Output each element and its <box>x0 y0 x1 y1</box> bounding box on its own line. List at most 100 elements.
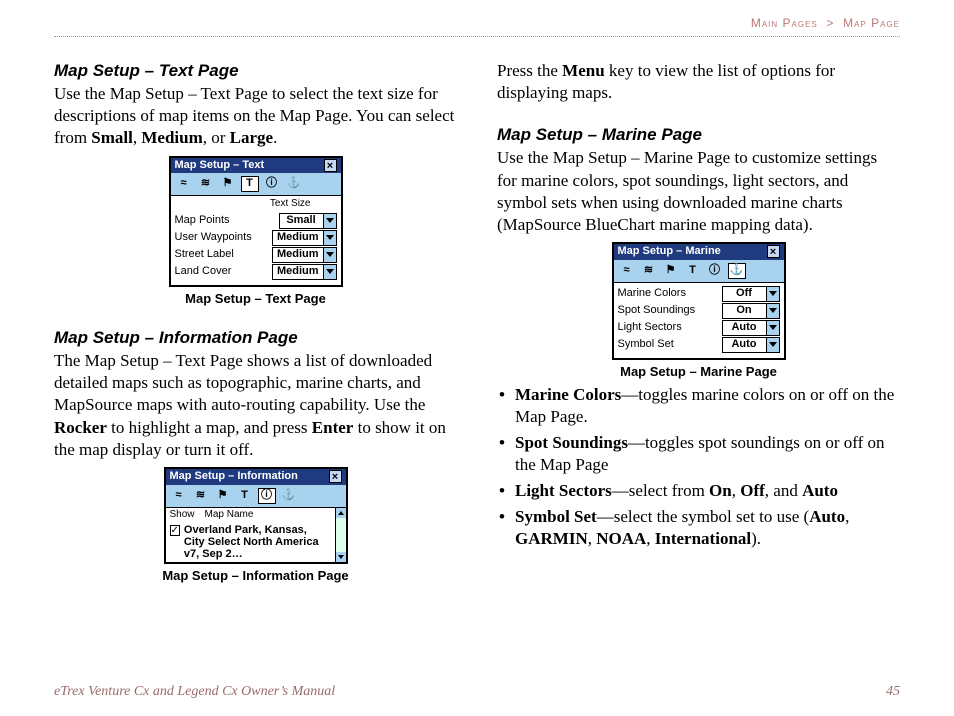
setting-row: Street Label Medium <box>175 247 337 263</box>
text: —select from <box>612 481 709 500</box>
tab-points-icon[interactable]: ⚑ <box>219 176 237 192</box>
text-bold: Symbol Set <box>515 507 597 526</box>
dropdown[interactable]: Off <box>722 286 780 302</box>
setting-row: Spot Soundings On <box>618 303 780 319</box>
setting-row: Symbol Set Auto <box>618 337 780 353</box>
row-label: Light Sectors <box>618 321 682 335</box>
text-bold: Light Sectors <box>515 481 612 500</box>
text: , and <box>765 481 802 500</box>
chevron-down-icon[interactable] <box>323 214 336 228</box>
tab-marine-icon[interactable]: ⚓ <box>285 176 303 192</box>
tab-marine-icon[interactable]: ⚓ <box>728 263 746 279</box>
footer-title: eTrex Venture Cx and Legend Cx Owner’s M… <box>54 683 335 701</box>
manual-page: Main Pages > Map Page Map Setup – Text P… <box>0 0 954 716</box>
dropdown-value: Medium <box>273 248 323 262</box>
text-bold: Auto <box>802 481 838 500</box>
row-label: Land Cover <box>175 265 232 279</box>
tab-text-icon[interactable]: T <box>241 176 259 192</box>
tab-tracks-icon[interactable]: ≋ <box>192 488 210 504</box>
tab-general-icon[interactable]: ≈ <box>175 176 193 192</box>
dropdown[interactable]: Medium <box>272 264 337 280</box>
page-number: 45 <box>886 683 900 701</box>
tab-general-icon[interactable]: ≈ <box>170 488 188 504</box>
tab-info-icon[interactable]: ⓘ <box>258 488 276 504</box>
caption-text-dialog: Map Setup – Text Page <box>54 291 457 307</box>
dialog-titlebar: Map Setup – Marine × <box>614 244 784 260</box>
tab-text-icon[interactable]: T <box>684 263 702 279</box>
chevron-down-icon[interactable] <box>323 231 336 245</box>
chevron-down-icon[interactable] <box>766 321 779 335</box>
tab-points-icon[interactable]: ⚑ <box>214 488 232 504</box>
dialog-body: Show Map Name ✓ Overland Park, Kansas, C… <box>166 508 346 563</box>
tab-tracks-icon[interactable]: ≋ <box>640 263 658 279</box>
text-bold: Menu <box>562 61 605 80</box>
bullet-spot-soundings: Spot Soundings—toggles spot soundings on… <box>497 432 900 476</box>
breadcrumb-page: Map Page <box>843 16 900 30</box>
dropdown[interactable]: Medium <box>272 247 337 263</box>
text-bold: NOAA <box>596 529 646 548</box>
map-list-item[interactable]: ✓ Overland Park, Kansas, City Select Nor… <box>166 522 335 562</box>
scrollbar[interactable] <box>335 508 346 563</box>
chevron-down-icon[interactable] <box>323 265 336 279</box>
tab-points-icon[interactable]: ⚑ <box>662 263 680 279</box>
chevron-down-icon[interactable] <box>766 287 779 301</box>
dropdown[interactable]: Auto <box>722 320 780 336</box>
dropdown-value: On <box>723 304 766 318</box>
text-bold: Enter <box>312 418 354 437</box>
caption-info-dialog: Map Setup – Information Page <box>54 568 457 584</box>
dialog-map-setup-text: Map Setup – Text × ≈ ≋ ⚑ T ⓘ ⚓ Text Size… <box>169 156 343 287</box>
text: —select the symbol set to use ( <box>597 507 809 526</box>
setting-row: Marine Colors Off <box>618 286 780 302</box>
dialog-titlebar: Map Setup – Text × <box>171 158 341 174</box>
close-icon[interactable]: × <box>324 159 337 172</box>
tab-marine-icon[interactable]: ⚓ <box>280 488 298 504</box>
text-bold: Marine Colors <box>515 385 621 404</box>
dialog-titlebar: Map Setup – Information × <box>166 469 346 485</box>
column-header: Text Size <box>175 198 337 211</box>
dropdown[interactable]: Auto <box>722 337 780 353</box>
dropdown[interactable]: Small <box>279 213 337 229</box>
row-label: Street Label <box>175 248 234 262</box>
tab-general-icon[interactable]: ≈ <box>618 263 636 279</box>
text-bold: Rocker <box>54 418 107 437</box>
tab-info-icon[interactable]: ⓘ <box>706 263 724 279</box>
map-item-name: Overland Park, Kansas, City Select North… <box>184 524 331 560</box>
header-rule <box>54 36 900 37</box>
setting-row: User Waypoints Medium <box>175 230 337 246</box>
bullet-symbol-set: Symbol Set—select the symbol set to use … <box>497 506 900 550</box>
chevron-down-icon[interactable] <box>766 338 779 352</box>
row-label: Spot Soundings <box>618 304 696 318</box>
para-marine-page: Use the Map Setup – Marine Page to custo… <box>497 147 900 235</box>
row-label: Map Points <box>175 214 230 228</box>
text-bold: Small <box>91 128 133 147</box>
scroll-up-icon[interactable] <box>336 508 346 518</box>
dialog-title: Map Setup – Information <box>170 470 298 484</box>
col-mapname: Map Name <box>205 509 254 522</box>
dropdown-value: Medium <box>273 265 323 279</box>
chevron-down-icon[interactable] <box>323 248 336 262</box>
text-bold: International <box>655 529 751 548</box>
scroll-track[interactable] <box>336 518 346 553</box>
text: ). <box>751 529 761 548</box>
tab-tracks-icon[interactable]: ≋ <box>197 176 215 192</box>
text-bold: GARMIN <box>515 529 588 548</box>
text: . <box>273 128 277 147</box>
text-bold: Spot Soundings <box>515 433 628 452</box>
left-column: Map Setup – Text Page Use the Map Setup … <box>54 60 457 668</box>
dialog-title: Map Setup – Marine <box>618 245 721 259</box>
dialog-title: Map Setup – Text <box>175 159 265 173</box>
scroll-down-icon[interactable] <box>336 552 346 562</box>
text: to highlight a map, and press <box>111 418 312 437</box>
close-icon[interactable]: × <box>767 245 780 258</box>
tab-text-icon[interactable]: T <box>236 488 254 504</box>
close-icon[interactable]: × <box>329 470 342 483</box>
setting-row: Land Cover Medium <box>175 264 337 280</box>
chevron-down-icon[interactable] <box>766 304 779 318</box>
dropdown[interactable]: On <box>722 303 780 319</box>
tab-info-icon[interactable]: ⓘ <box>263 176 281 192</box>
caption-marine-dialog: Map Setup – Marine Page <box>497 364 900 380</box>
text-bold: Auto <box>809 507 845 526</box>
dropdown[interactable]: Medium <box>272 230 337 246</box>
text-bold: Large <box>230 128 273 147</box>
checkbox-icon[interactable]: ✓ <box>170 525 180 536</box>
